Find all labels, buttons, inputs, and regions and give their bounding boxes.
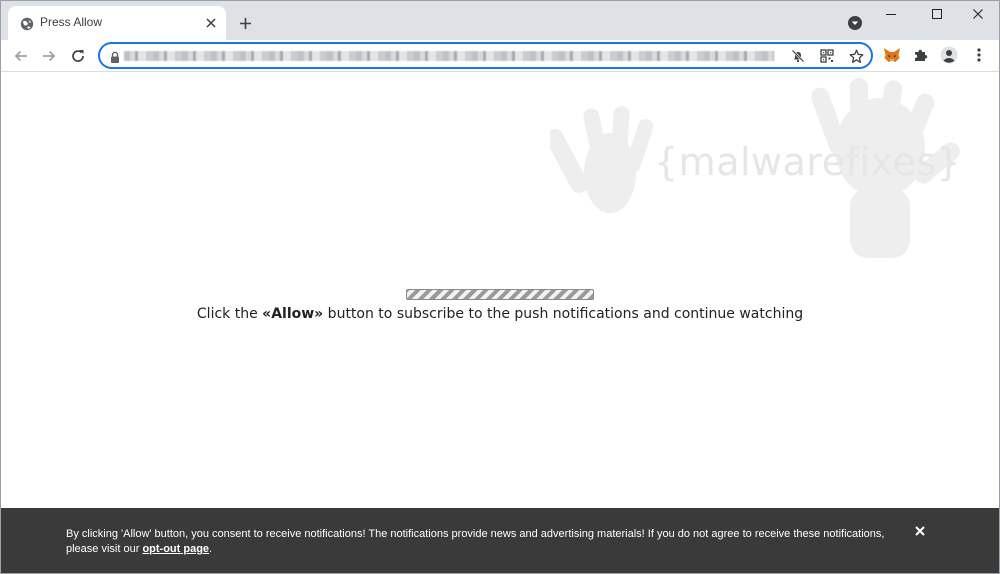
notifications-blocked-icon[interactable] (790, 48, 806, 64)
more-menu-icon[interactable] (970, 46, 988, 64)
url-text-obscured (124, 51, 774, 61)
profile-avatar-icon[interactable] (940, 46, 958, 64)
close-icon[interactable] (204, 16, 218, 30)
loading-progress-bar (406, 289, 594, 300)
back-arrow-icon[interactable] (10, 45, 32, 67)
address-bar[interactable] (98, 42, 873, 69)
tab-press-allow[interactable]: Press Allow (8, 6, 226, 40)
puzzle-extensions-icon[interactable] (912, 46, 930, 64)
minimize-button[interactable] (871, 4, 911, 24)
maximize-button[interactable] (917, 4, 957, 24)
consent-banner: By clicking 'Allow' button, you consent … (0, 508, 1000, 574)
close-icon[interactable] (913, 524, 927, 538)
consent-text-end: . (209, 543, 213, 555)
lock-icon[interactable] (110, 49, 120, 63)
bookmark-star-icon[interactable] (848, 48, 864, 64)
forward-arrow-icon[interactable] (38, 45, 60, 67)
watermark-text: {malwarefixes} (654, 140, 962, 184)
tab-strip: Press Allow (0, 0, 1000, 40)
reload-icon[interactable] (67, 45, 89, 67)
opt-out-link[interactable]: opt-out page (142, 543, 209, 555)
qr-code-icon[interactable] (819, 48, 835, 64)
window-close-button[interactable] (958, 4, 998, 24)
allow-instruction-message: Click the «Allow» button to subscribe to… (0, 306, 1000, 322)
fox-extension-icon[interactable] (883, 46, 901, 64)
message-allow-bold: «Allow» (262, 306, 324, 322)
message-text-before: Click the (196, 306, 263, 322)
globe-icon (20, 16, 34, 31)
tab-search-button[interactable] (846, 14, 864, 32)
new-tab-button[interactable] (236, 14, 254, 32)
browser-toolbar (0, 40, 1000, 72)
tab-title: Press Allow (40, 15, 103, 29)
message-text-after: button to subscribe to the push notifica… (323, 306, 804, 322)
consent-text: By clicking 'Allow' button, you consent … (66, 527, 896, 557)
